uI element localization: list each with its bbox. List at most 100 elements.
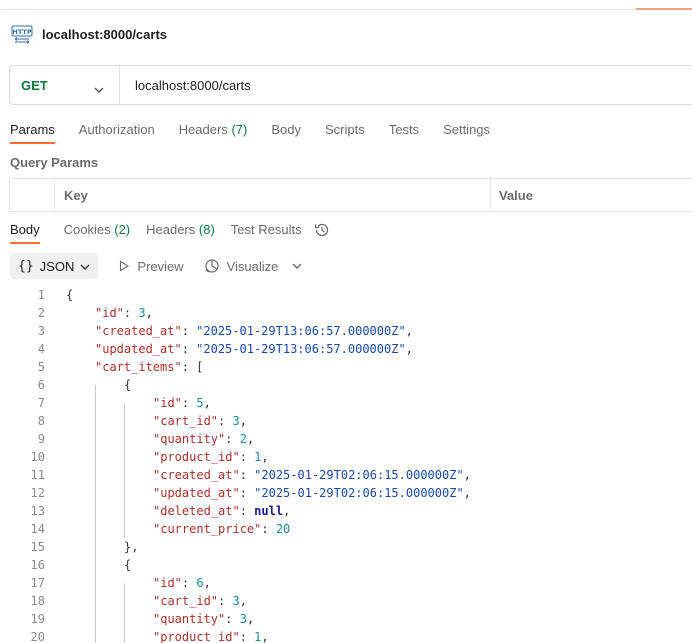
code-token: "2025-01-29T13:06:57.000000Z" (196, 324, 406, 338)
request-title[interactable]: localhost:8000/carts (42, 27, 167, 42)
code-line: 10 "product_id": 1, (0, 448, 692, 466)
tab-headers[interactable]: Headers (7) (179, 122, 248, 137)
code-token: : (123, 306, 139, 320)
format-selector[interactable]: {} JSON (10, 253, 99, 279)
code-content: "id": 6, (153, 574, 211, 592)
braces-icon: {} (18, 258, 34, 274)
line-number: 9 (37, 432, 45, 446)
url-input[interactable] (133, 76, 637, 94)
query-params-label: Query Params (10, 155, 99, 170)
chevron-down-icon[interactable] (292, 262, 302, 270)
code-content: "product_id": 1, (153, 448, 269, 466)
line-number: 14 (30, 522, 45, 536)
code-token: , (463, 486, 471, 500)
code-content: "created_at": "2025-01-29T02:06:15.00000… (153, 466, 471, 484)
tab-test-results[interactable]: Test Results (231, 222, 302, 237)
http-icon: HTTP (10, 22, 34, 46)
code-content: "cart_id": 3, (153, 592, 247, 610)
code-token: "current_price" (153, 522, 262, 536)
tab-settings[interactable]: Settings (443, 122, 490, 137)
request-tabs: Params Authorization Headers (7) Body Sc… (10, 122, 514, 148)
code-line: 16 { (0, 556, 692, 574)
code-content: "product_id": 1, (153, 628, 269, 643)
code-line: 18 "cart_id": 3, (0, 592, 692, 610)
code-content: "quantity": 3, (153, 610, 254, 628)
code-token: , (283, 504, 291, 518)
history-icon[interactable] (313, 221, 331, 239)
line-number: 2 (37, 306, 45, 320)
code-content: "deleted_at": null, (153, 502, 290, 520)
code-token: 3 (138, 306, 146, 320)
line-number: 10 (30, 450, 45, 464)
code-token: , (261, 630, 269, 643)
code-line: 19 "quantity": 3, (0, 610, 692, 628)
tab-cookies[interactable]: Cookies (2) (64, 222, 130, 237)
active-tab-indicator (636, 8, 692, 10)
svg-text:HTTP: HTTP (12, 28, 31, 36)
visualize-button[interactable]: Visualize (204, 258, 278, 274)
code-token: , (405, 324, 413, 338)
line-number: 11 (30, 468, 45, 482)
line-number: 19 (30, 612, 45, 626)
method-selector[interactable]: GET (10, 66, 120, 104)
line-number: 16 (30, 558, 45, 572)
code-line: 1{ (0, 286, 692, 304)
top-divider (0, 9, 692, 10)
code-content: "id": 5, (153, 394, 211, 412)
code-token: , (239, 594, 247, 608)
code-token: { (124, 378, 132, 392)
checkbox-column (10, 179, 55, 211)
code-token: , (246, 432, 255, 446)
code-line: 15}, (0, 538, 692, 556)
code-token: : (181, 396, 197, 410)
code-token: : (225, 432, 240, 446)
line-number: 15 (30, 540, 45, 554)
line-number: 13 (30, 504, 45, 518)
code-content: { (66, 286, 73, 304)
tab-body[interactable]: Body (271, 122, 301, 137)
preview-button[interactable]: Preview (118, 258, 184, 274)
response-body-viewer[interactable]: 1{2 "id": 3, 3 "created_at": "2025-01-29T13… (0, 286, 692, 643)
visualize-icon (204, 258, 220, 274)
format-label: JSON (39, 258, 75, 274)
code-token: "created_at" (153, 468, 240, 482)
tab-tests[interactable]: Tests (389, 122, 419, 137)
code-token: 5 (196, 396, 204, 410)
code-token: , (203, 576, 211, 590)
line-number: 1 (37, 288, 45, 302)
code-token: "product_id" (153, 630, 240, 643)
code-content: "current_price": 20 (153, 520, 290, 538)
code-token: : (181, 576, 197, 590)
code-token: { (124, 558, 132, 572)
column-header-key: Key (55, 179, 491, 211)
url-bar: GET (9, 65, 692, 105)
code-token: : (239, 486, 255, 500)
code-line: 6{ (0, 376, 692, 394)
line-number: 12 (30, 486, 45, 500)
code-content: "updated_at": "2025-01-29T02:06:15.00000… (153, 484, 471, 502)
code-token: : (239, 630, 255, 643)
tab-params[interactable]: Params (10, 122, 55, 144)
tab-response-body[interactable]: Body (10, 222, 40, 244)
line-number: 6 (37, 378, 45, 392)
tab-response-headers[interactable]: Headers (8) (146, 222, 215, 237)
code-line: 4 "updated_at": "2025-01-29T13:06:57.0000… (0, 340, 692, 358)
preview-label: Preview (137, 258, 184, 274)
line-number: 18 (30, 594, 45, 608)
code-token: : (239, 450, 255, 464)
code-content: "cart_items": [ (95, 358, 203, 376)
code-line: 3 "created_at": "2025-01-29T13:06:57.0000… (0, 322, 692, 340)
code-line: 5 "cart_items": [ (0, 358, 692, 376)
code-token: "updated_at" (95, 342, 182, 356)
code-token: "2025-01-29T13:06:57.000000Z" (196, 342, 406, 356)
code-line: 2 "id": 3, (0, 304, 692, 322)
code-lines: 1{2 "id": 3, 3 "created_at": "2025-01-29T13… (0, 286, 692, 643)
code-token: , (145, 306, 153, 320)
column-header-value: Value (499, 187, 533, 203)
tab-scripts[interactable]: Scripts (325, 122, 365, 137)
code-token: : (225, 612, 240, 626)
code-line: 20 "product_id": 1, (0, 628, 692, 643)
code-token: : (261, 522, 276, 536)
tab-authorization[interactable]: Authorization (79, 122, 155, 137)
code-content: "updated_at": "2025-01-29T13:06:57.00000… (95, 340, 413, 358)
